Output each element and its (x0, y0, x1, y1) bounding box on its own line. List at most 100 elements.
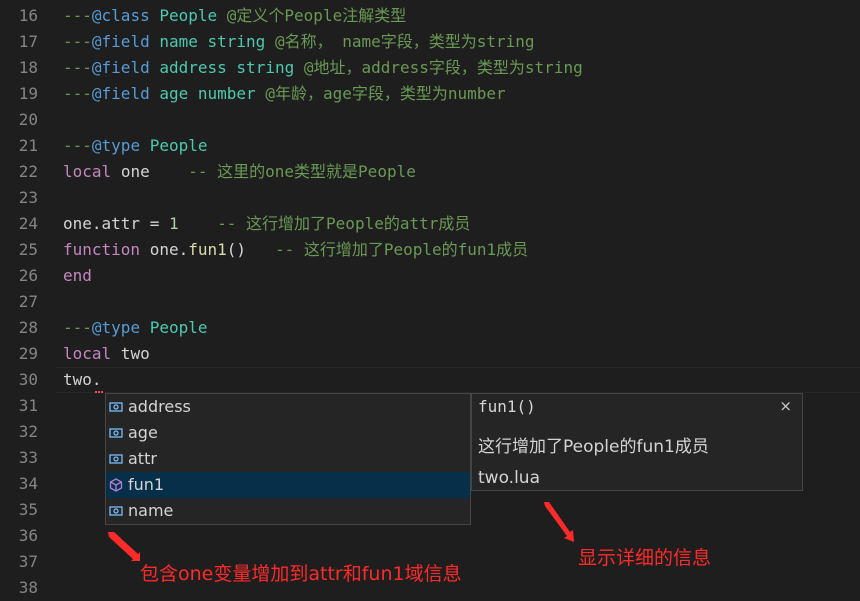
code-line[interactable]: 21 ---@type People (0, 133, 860, 159)
suggestion-item-name[interactable]: name (106, 498, 470, 524)
code-text: ---@type People (63, 315, 208, 341)
code-line[interactable]: 27 (0, 289, 860, 315)
line-number: 33 (18, 448, 38, 467)
arrow-right-annotation (544, 502, 574, 542)
code-line[interactable]: 23 (0, 185, 860, 211)
code-token: number (197, 84, 256, 103)
code-token: --- (63, 318, 92, 337)
code-line[interactable]: 30 two. (0, 367, 860, 393)
line-number: 35 (18, 500, 38, 519)
line-number: 37 (18, 552, 38, 571)
code-line[interactable]: 29 local two (0, 341, 860, 367)
suggestion-label: address (128, 397, 191, 416)
code-token: @地址，address字段，类型为string (294, 58, 583, 77)
suggestion-label: attr (128, 449, 157, 468)
suggestion-detail-panel: fun1() × 这行增加了People的fun1成员 two.lua (471, 393, 803, 491)
code-token: --- (63, 58, 92, 77)
code-token: --- (63, 6, 92, 25)
line-number: 34 (18, 474, 38, 493)
line-number: 36 (18, 526, 38, 545)
code-token: @field (91, 58, 150, 77)
code-token: one. (140, 240, 189, 259)
code-token: @type (91, 318, 141, 337)
line-number: 32 (18, 422, 38, 441)
code-line[interactable]: 17 ---@field name string @名称， name字段，类型为s… (0, 29, 860, 55)
code-line[interactable]: 16 ---@class People @定义个People注解类型 (0, 3, 860, 29)
line-number: 16 (18, 6, 38, 25)
detail-file: two.lua (478, 468, 540, 488)
error-squiggle (95, 388, 103, 393)
code-text: ---@field name string @名称， name字段，类型为str… (63, 29, 535, 55)
code-line[interactable]: 28 ---@type People (0, 315, 860, 341)
code-text: ---@field address string @地址，address字段，类… (63, 55, 583, 81)
line-number: 30 (18, 370, 38, 389)
code-text: one.attr = 1 -- 这行增加了People的attr成员 (63, 211, 470, 237)
suggestion-item-address[interactable]: address (106, 394, 470, 420)
line-number: 25 (18, 240, 38, 259)
code-token: one (120, 162, 150, 181)
code-token: two (111, 344, 150, 363)
code-token: end (63, 266, 92, 285)
code-line[interactable]: 25 function one.fun1() -- 这行增加了People的fun… (0, 237, 860, 263)
suggestion-label: age (128, 423, 158, 442)
line-number: 20 (18, 110, 38, 129)
detail-doc: 这行增加了People的fun1成员 (478, 437, 709, 457)
code-token: local (63, 162, 112, 181)
suggestion-item-attr[interactable]: attr (106, 446, 470, 472)
code-text: local one -- 这里的one类型就是People (63, 159, 416, 185)
code-token: = (140, 214, 169, 233)
line-number: 19 (18, 84, 38, 103)
code-text: ---@field age number @年龄，age字段，类型为number (63, 81, 506, 107)
code-line[interactable]: 19 ---@field age number @年龄，age字段，类型为numb… (0, 81, 860, 107)
code-line[interactable]: 26 end (0, 263, 860, 289)
line-number: 38 (18, 578, 38, 597)
code-line[interactable]: 24 one.attr = 1 -- 这行增加了People的attr成员 (0, 211, 860, 237)
line-number: 26 (18, 266, 38, 285)
field-icon (109, 428, 123, 438)
code-token: address (159, 58, 227, 77)
line-number: 22 (18, 162, 38, 181)
code-token: -- 这里的one类型就是People (188, 162, 416, 181)
field-icon (109, 402, 123, 412)
field-icon (109, 454, 123, 464)
code-token: age (159, 84, 189, 103)
code-token: local (63, 344, 112, 363)
code-token: () (226, 240, 247, 259)
line-number: 21 (18, 136, 38, 155)
code-text: end (63, 263, 92, 289)
code-text: function one.fun1() -- 这行增加了People的fun1成… (63, 237, 528, 263)
code-text: ---@type People (63, 133, 208, 159)
code-token: People (149, 318, 208, 337)
line-number: 17 (18, 32, 38, 51)
code-token: one.attr (63, 214, 141, 233)
code-token: People (159, 6, 218, 25)
code-line[interactable]: 22 local one -- 这里的one类型就是People (0, 159, 860, 185)
line-number: 24 (18, 214, 38, 233)
code-token: @名称， name字段，类型为string (265, 32, 535, 51)
close-icon[interactable]: × (779, 397, 792, 415)
code-line[interactable]: 20 (0, 107, 860, 133)
code-token: --- (63, 32, 92, 51)
code-line[interactable]: 18 ---@field address string @地址，address字段… (0, 55, 860, 81)
code-token: @定义个People注解类型 (217, 6, 407, 25)
suggestion-list[interactable]: address age attr fun1 name (105, 393, 471, 525)
annotation-right: 显示详细的信息 (578, 547, 712, 569)
code-token: @field (91, 84, 150, 103)
detail-signature: fun1() (478, 397, 536, 416)
code-token: two. (63, 370, 102, 389)
suggestion-item-fun1[interactable]: fun1 (106, 472, 470, 498)
method-icon (109, 478, 123, 492)
code-token: string (236, 58, 295, 77)
code-token: --- (63, 136, 92, 155)
line-number: 29 (18, 344, 38, 363)
suggestion-item-age[interactable]: age (106, 420, 470, 446)
